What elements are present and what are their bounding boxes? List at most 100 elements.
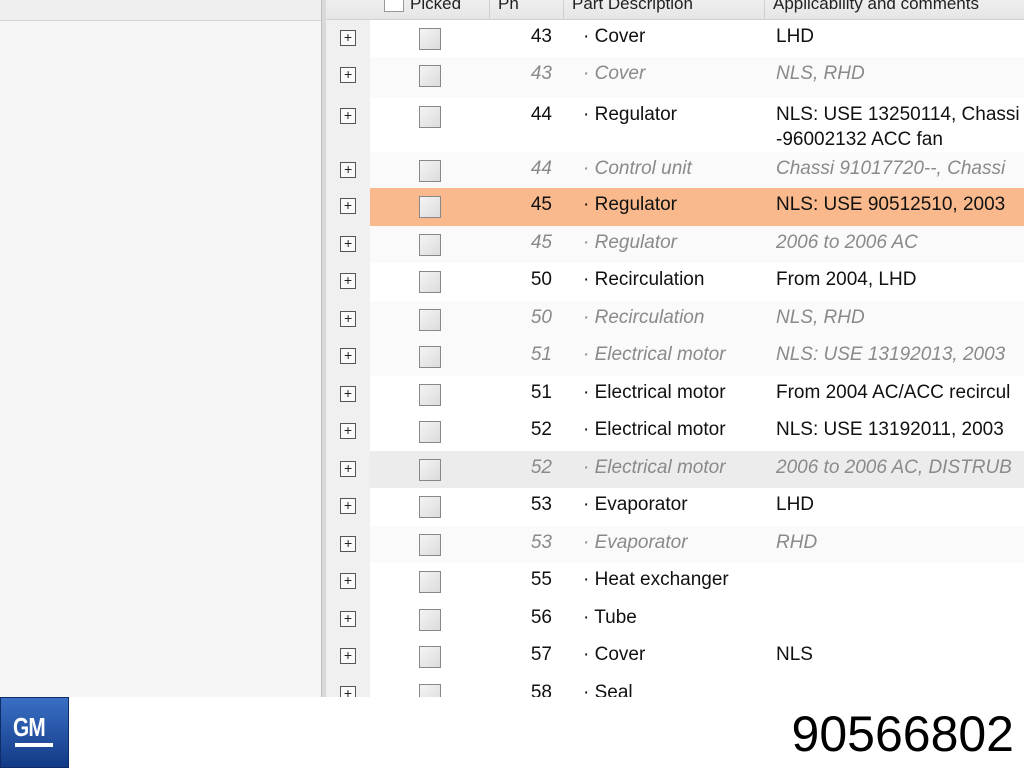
picked-checkbox[interactable]	[419, 106, 441, 128]
table-row[interactable]: + 58 · Seal	[326, 676, 1024, 697]
applicability-text: NLS: USE 13192013, 2003	[776, 344, 1006, 365]
applicability-text: NLS	[776, 644, 813, 665]
applicability-text: Chassi 91017720--, Chassi	[776, 158, 1006, 179]
footer: GM 90566802	[0, 697, 1024, 768]
part-applicability: NLS: USE 13192013, 2003	[776, 342, 1005, 367]
table-row[interactable]: + 51 · Electrical motor NLS: USE 1319201…	[326, 338, 1024, 376]
picked-checkbox[interactable]	[419, 684, 441, 697]
part-applicability: NLS: USE 90512510, 2003	[776, 192, 1005, 217]
picked-checkbox[interactable]	[419, 28, 441, 50]
expand-icon[interactable]: +	[340, 67, 356, 83]
applicability-text: NLS, RHD	[776, 307, 865, 328]
part-applicability: Chassi 91017720--, Chassi	[776, 156, 1005, 181]
part-applicability: From 2004 AC/ACC recircul	[776, 380, 1010, 405]
picked-checkbox[interactable]	[419, 459, 441, 481]
expand-icon[interactable]: +	[340, 311, 356, 327]
part-applicability: NLS	[776, 642, 813, 667]
table-row[interactable]: + 53 · Evaporator RHD	[326, 526, 1024, 563]
table-row[interactable]: + 45 · Regulator 2006 to 2006 AC	[326, 226, 1024, 263]
part-applicability: From 2004, LHD	[776, 267, 916, 292]
gm-logo: GM	[0, 697, 69, 768]
table-row[interactable]: + 55 · Heat exchanger	[326, 563, 1024, 601]
table-row[interactable]: + 43 · Cover NLS, RHD	[326, 57, 1024, 98]
column-header-picked[interactable]: Picked	[370, 0, 461, 20]
part-pn: 51	[530, 344, 552, 365]
part-applicability: LHD	[776, 24, 814, 49]
table-row[interactable]: + 44 · Regulator NLS: USE 13250114, Chas…	[326, 98, 1024, 152]
expand-icon[interactable]: +	[340, 348, 356, 364]
expand-icon[interactable]: +	[340, 536, 356, 552]
part-pn: 45	[530, 194, 552, 215]
part-applicability: RHD	[776, 530, 817, 555]
column-header-description[interactable]: Part Description	[563, 0, 693, 20]
expand-icon[interactable]: +	[340, 386, 356, 402]
part-description: · Tube	[583, 607, 637, 628]
table-row[interactable]: + 50 · Recirculation From 2004, LHD	[326, 263, 1024, 301]
picked-checkbox[interactable]	[419, 646, 441, 668]
expand-icon[interactable]: +	[340, 686, 356, 697]
table-row[interactable]: + 43 · Cover LHD	[326, 20, 1024, 57]
table-row[interactable]: + 51 · Electrical motor From 2004 AC/ACC…	[326, 376, 1024, 413]
part-pn: 53	[530, 494, 552, 515]
table-row[interactable]: + 52 · Electrical motor 2006 to 2006 AC,…	[326, 451, 1024, 488]
picked-checkbox[interactable]	[419, 196, 441, 218]
expand-icon[interactable]: +	[340, 611, 356, 627]
table-row[interactable]: + 52 · Electrical motor NLS: USE 1319201…	[326, 413, 1024, 451]
part-description: · Control unit	[583, 158, 692, 179]
part-pn: 58	[530, 682, 552, 697]
table-row[interactable]: + 56 · Tube	[326, 601, 1024, 638]
part-pn: 50	[530, 269, 552, 290]
part-applicability: NLS, RHD	[776, 61, 865, 86]
picked-checkbox[interactable]	[419, 160, 441, 182]
part-applicability: NLS, RHD	[776, 305, 865, 330]
picked-checkbox[interactable]	[419, 271, 441, 293]
part-pn: 56	[530, 607, 552, 628]
part-description: · Evaporator	[583, 494, 688, 515]
table-row[interactable]: + 57 · Cover NLS	[326, 638, 1024, 676]
part-description: · Evaporator	[583, 532, 688, 553]
applicability-text: 2006 to 2006 AC	[776, 232, 918, 253]
expand-icon[interactable]: +	[340, 198, 356, 214]
table-row[interactable]: + 53 · Evaporator LHD	[326, 488, 1024, 526]
applicability-text: From 2004 AC/ACC recircul	[776, 382, 1011, 403]
column-header-pn[interactable]: Pn	[489, 0, 519, 20]
expand-icon[interactable]: +	[340, 498, 356, 514]
part-number: 90566802	[791, 706, 1014, 762]
part-applicability: NLS: USE 13250114, Chassi -96002132 ACC f…	[776, 102, 1020, 152]
parts-grid: Picked Pn Part Description Applicability…	[326, 0, 1024, 697]
picked-checkbox[interactable]	[419, 496, 441, 518]
expand-icon[interactable]: +	[340, 461, 356, 477]
applicability-text: LHD	[776, 494, 815, 515]
expand-icon[interactable]: +	[340, 573, 356, 589]
picked-checkbox[interactable]	[419, 571, 441, 593]
column-header-applicability[interactable]: Applicability and comments	[764, 0, 979, 20]
expand-icon[interactable]: +	[340, 108, 356, 124]
picked-checkbox[interactable]	[419, 534, 441, 556]
picked-checkbox[interactable]	[419, 609, 441, 631]
left-panel-header	[0, 0, 322, 21]
table-row[interactable]: + 44 · Control unit Chassi 91017720--, C…	[326, 152, 1024, 188]
picked-checkbox[interactable]	[419, 234, 441, 256]
expand-icon[interactable]: +	[340, 30, 356, 46]
part-description: · Seal	[583, 682, 633, 697]
picked-checkbox[interactable]	[419, 65, 441, 87]
expand-icon[interactable]: +	[340, 648, 356, 664]
grid-header: Picked Pn Part Description Applicability…	[326, 0, 1024, 20]
applicability-text: NLS: USE 90512510, 2003	[776, 194, 1006, 215]
picked-checkbox[interactable]	[419, 346, 441, 368]
picked-checkbox[interactable]	[419, 384, 441, 406]
expand-icon[interactable]: +	[340, 236, 356, 252]
applicability-text: 2006 to 2006 AC, DISTRUB	[776, 457, 1012, 478]
table-row[interactable]: + 45 · Regulator NLS: USE 90512510, 2003	[326, 188, 1024, 226]
expand-icon[interactable]: +	[340, 162, 356, 178]
expand-icon[interactable]: +	[340, 423, 356, 439]
part-applicability: LHD	[776, 492, 814, 517]
row-background	[370, 226, 1024, 263]
picked-checkbox[interactable]	[419, 309, 441, 331]
applicability-text: LHD	[776, 26, 815, 47]
left-panel	[0, 0, 322, 697]
picked-checkbox[interactable]	[419, 421, 441, 443]
part-pn: 50	[530, 307, 552, 328]
table-row[interactable]: + 50 · Recirculation NLS, RHD	[326, 301, 1024, 338]
expand-icon[interactable]: +	[340, 273, 356, 289]
